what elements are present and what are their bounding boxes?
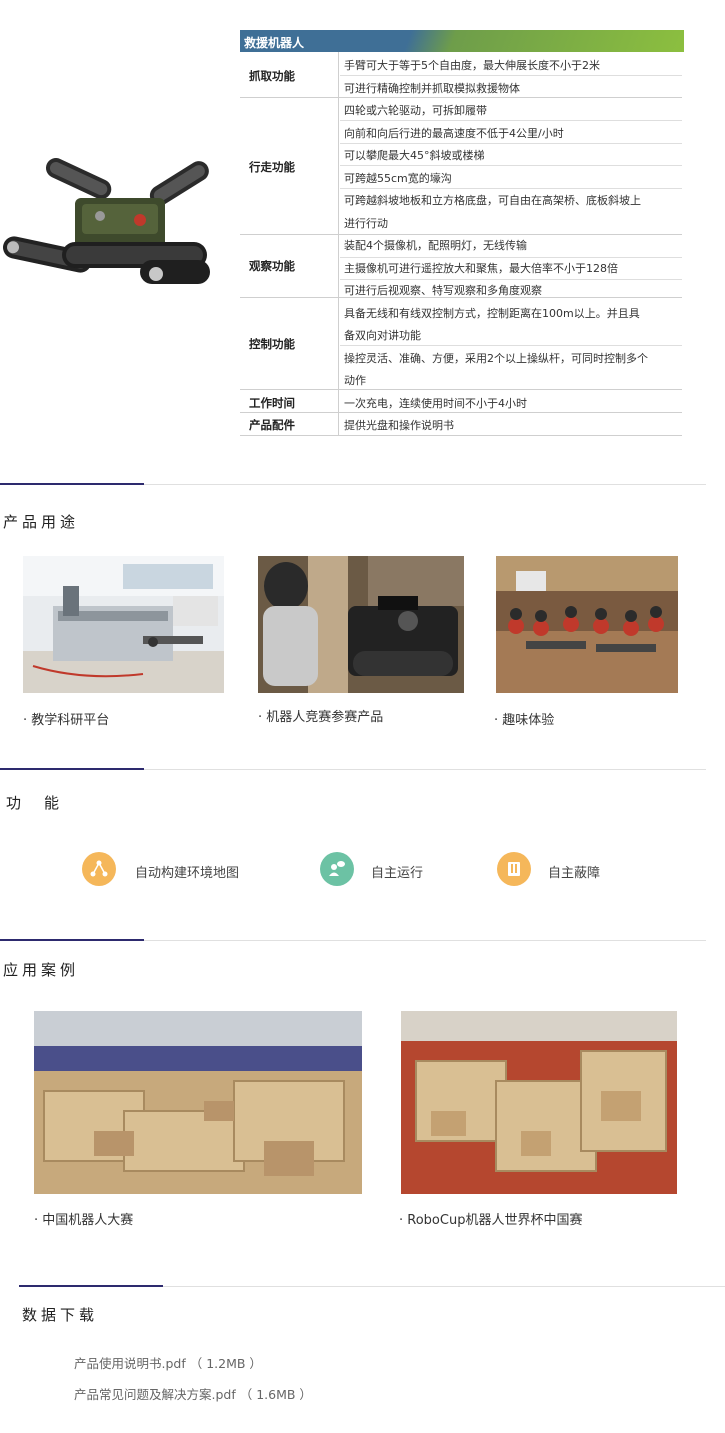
use-caption: · 机器人竞赛参赛产品 [258,710,384,725]
fun-experience-photo [496,556,678,693]
book-icon [497,852,531,886]
spec-line: 操控灵活、准确、方便，采用2个以上操纵杆，可同时控制多个 [344,352,648,365]
case-caption: · RoboCup机器人世界杯中国赛 [399,1213,583,1228]
spec-label: 观察功能 [249,259,295,273]
spec-subline [340,75,682,76]
spec-line: 一次充电，连续使用时间不小于4小时 [344,397,527,410]
feature-label: 自主运行 [371,866,424,881]
spec-subline [340,345,682,346]
download-name: 产品常见问题及解决方案.pdf [74,1387,236,1402]
features-section-title: 功 能 [6,794,64,812]
downloads-section-title: 数据下载 [22,1306,99,1324]
spec-line: 备双向对讲功能 [344,329,421,342]
robot-competition-photo [258,556,464,693]
spec-label: 工作时间 [249,396,295,410]
spec-table-title: 救援机器人 [244,36,305,50]
robocup-photo [401,1011,677,1194]
spec-subline [340,257,682,258]
download-name: 产品使用说明书.pdf [74,1356,186,1371]
case-caption: · 中国机器人大赛 [34,1213,134,1228]
uses-section-title: 产品用途 [3,513,80,531]
spec-line: 可进行精确控制并抓取模拟救援物体 [344,82,520,95]
spec-subline [340,143,682,144]
spec-line: 具备无线和有线双控制方式，控制距离在100m以上。并且具 [344,307,640,320]
spec-line: 可以攀爬最大45°斜坡或楼梯 [344,149,485,162]
spec-table-header [240,30,684,52]
spec-line: 向前和向后行进的最高速度不低于4公里/小时 [344,127,564,140]
spec-subline [340,165,682,166]
network-icon [82,852,116,886]
user-chat-icon [320,852,354,886]
section-divider-accent [19,1285,163,1287]
use-caption: · 趣味体验 [494,713,555,728]
spec-line: 主摄像机可进行遥控放大和聚焦，最大倍率不小于128倍 [344,262,618,275]
feature-label: 自主蔽障 [548,866,601,881]
spec-line: 动作 [344,374,366,387]
section-divider-accent [0,483,144,485]
spec-line: 可进行后视观察、特写观察和多角度观察 [344,284,542,297]
feature-label: 自动构建环境地图 [135,866,240,881]
spec-line: 手臂可大于等于5个自由度，最大伸展长度不小于2米 [344,59,600,72]
download-size: （ 1.6MB ） [239,1387,312,1402]
spec-subline [340,279,682,280]
teaching-lab-photo [23,556,224,693]
spec-label: 行走功能 [249,160,295,174]
use-caption: · 教学科研平台 [23,713,110,728]
spec-line: 可跨越斜坡地板和立方格底盘，可自由在高架桥、底板斜坡上 [344,194,641,207]
spec-subline [340,188,682,189]
spec-label: 产品配件 [249,418,295,432]
section-divider-accent [0,939,144,941]
download-link-faq[interactable]: 产品常见问题及解决方案.pdf （ 1.6MB ） [74,1384,312,1403]
spec-line: 提供光盘和操作说明书 [344,419,454,432]
spec-row-accessories [240,413,682,436]
spec-line: 可跨越55cm宽的壕沟 [344,172,452,185]
download-link-manual[interactable]: 产品使用说明书.pdf （ 1.2MB ） [74,1353,262,1372]
spec-subline [340,120,682,121]
download-size: （ 1.2MB ） [189,1356,262,1371]
spec-label: 控制功能 [249,337,295,351]
spec-line: 四轮或六轮驱动，可拆卸履带 [344,104,487,117]
section-divider-accent [0,768,144,770]
china-robot-contest-photo [34,1011,362,1194]
cases-section-title: 应用案例 [3,961,80,979]
rescue-robot-image [0,150,220,300]
spec-label: 抓取功能 [249,69,295,83]
spec-line: 进行行动 [344,217,388,230]
spec-row-move [240,98,682,235]
spec-line: 装配4个摄像机，配照明灯，无线传输 [344,239,527,252]
